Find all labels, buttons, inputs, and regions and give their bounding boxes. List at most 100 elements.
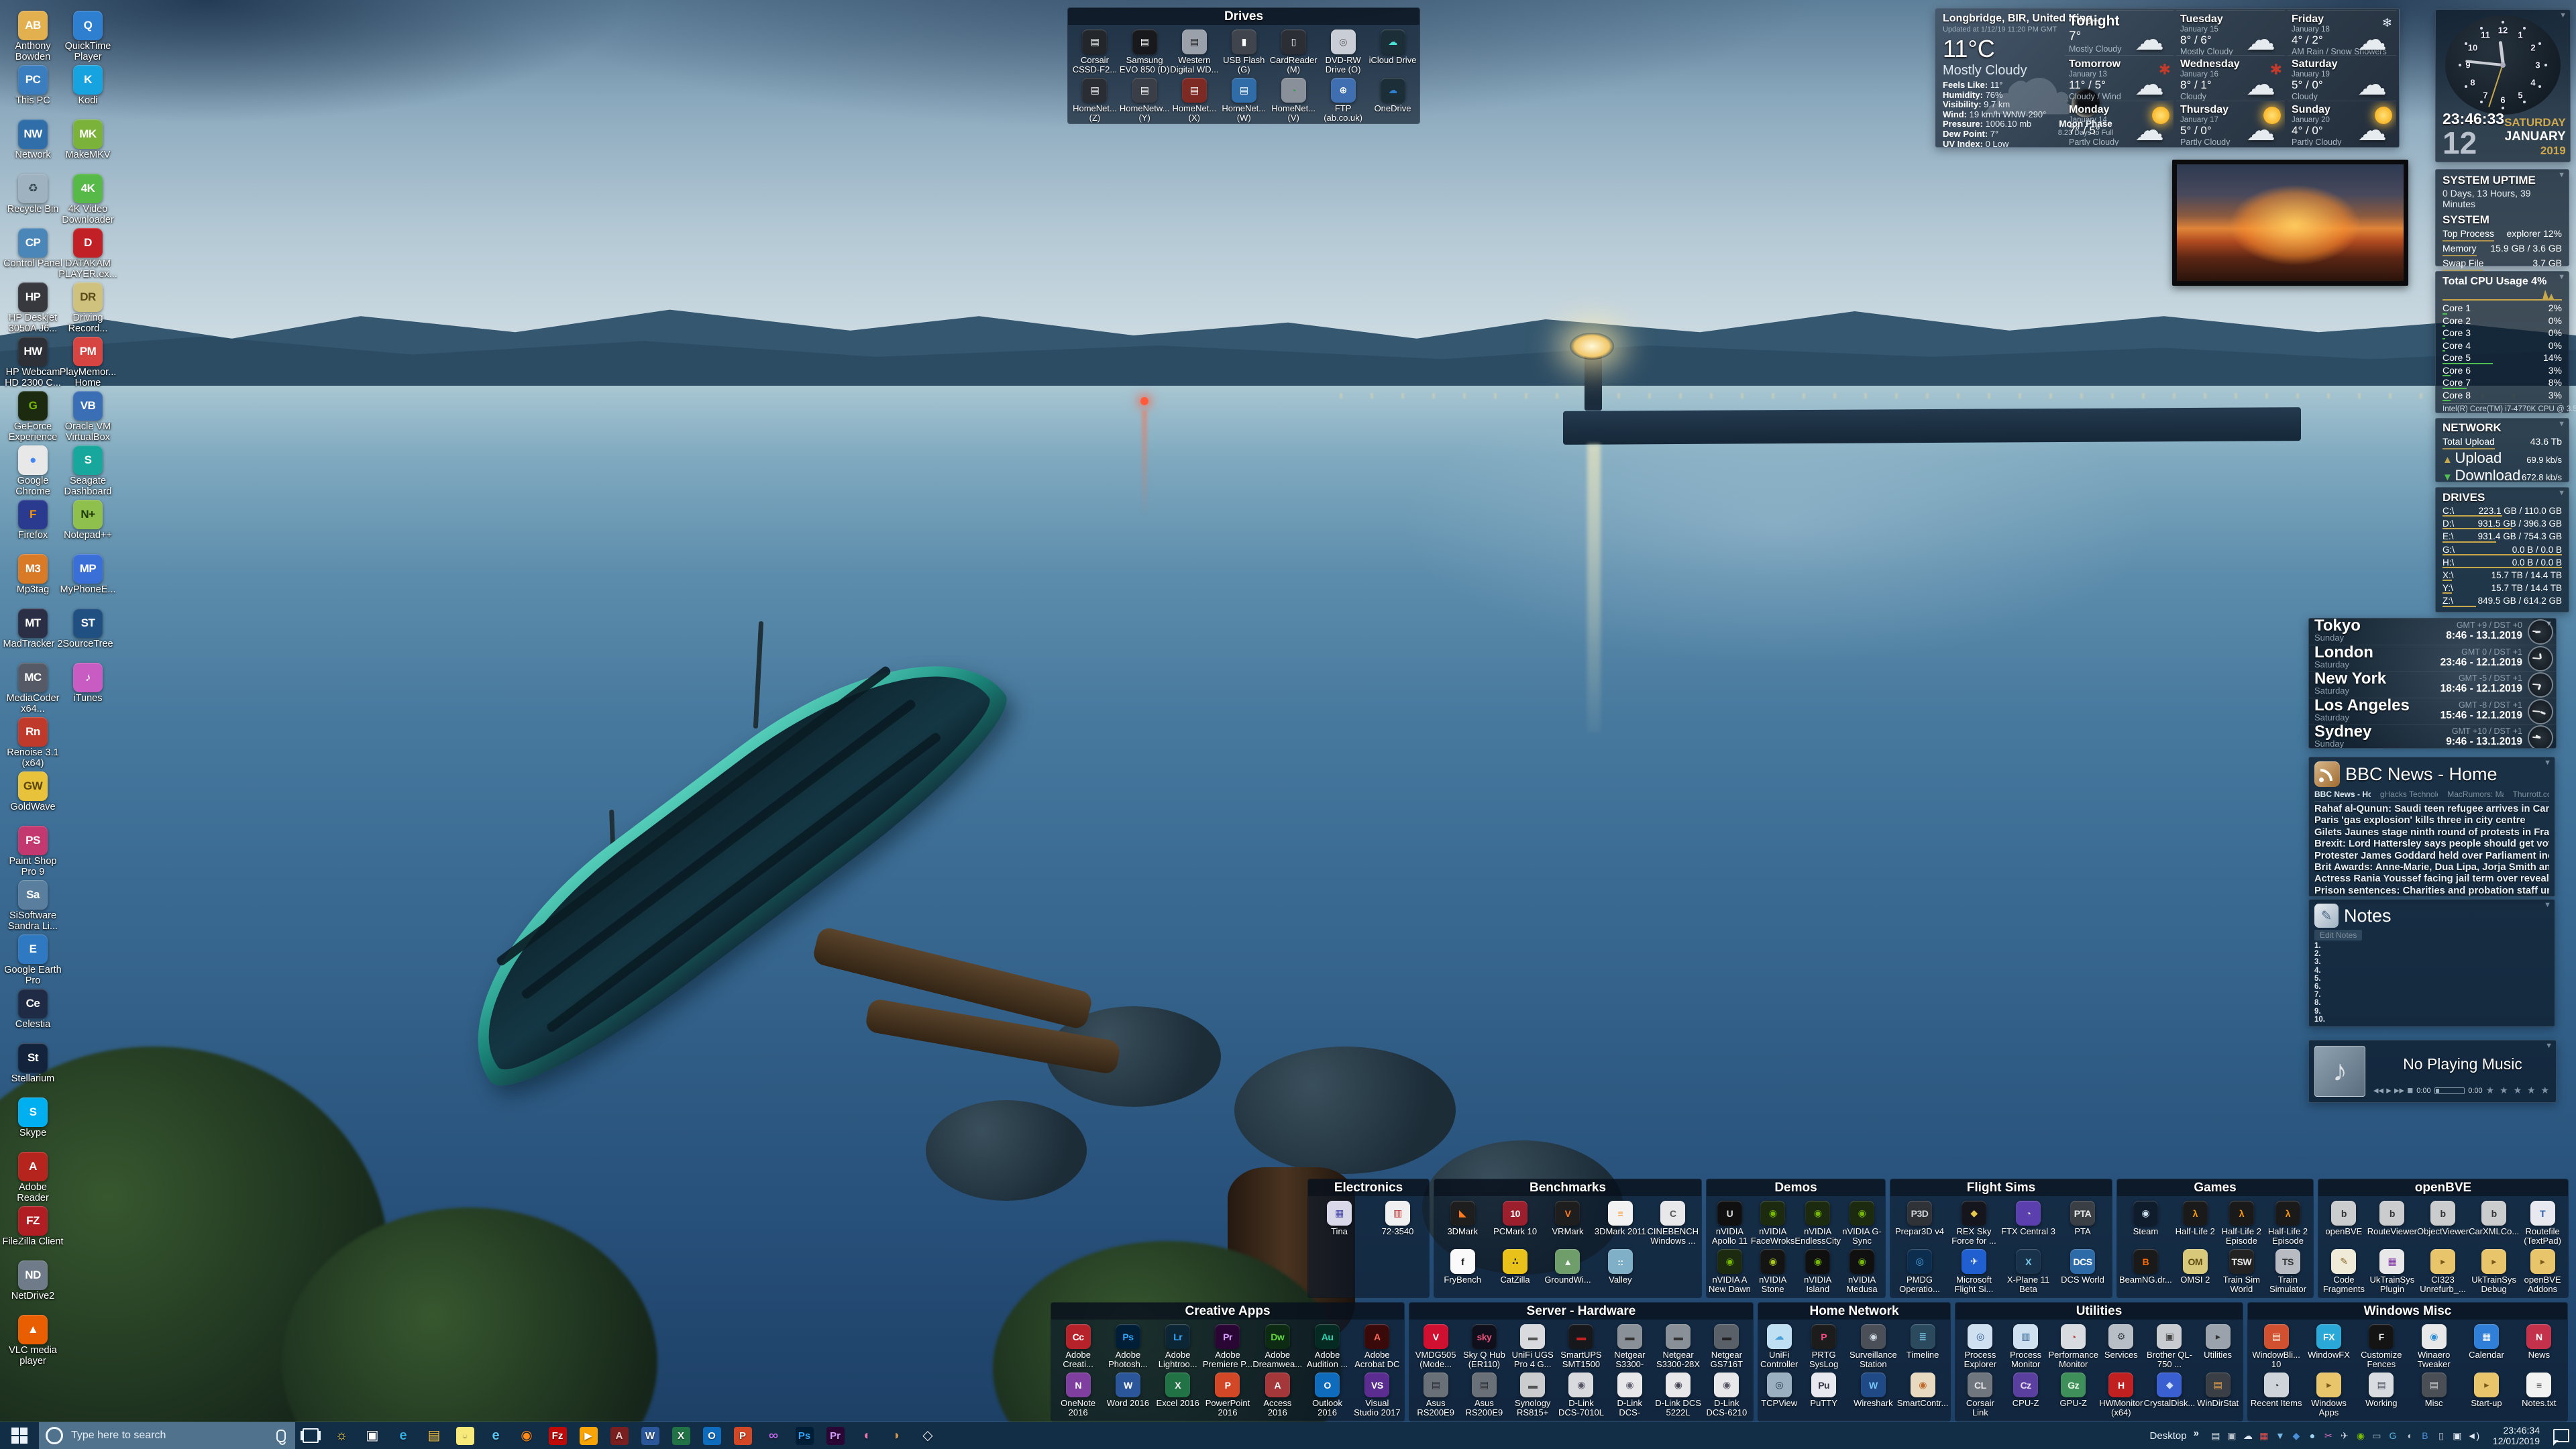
news-headline[interactable]: Actress Rania Youssef facing jail term o… [2314, 873, 2549, 885]
fence-item-half-life-2[interactable]: λHalf-Life 2 [2172, 1201, 2218, 1246]
fence-item-prtg-syslog-windowss[interactable]: PPRTG SysLog (WindowsS... [1798, 1324, 1849, 1370]
nvidia-settings-icon[interactable]: ◉ [2353, 1428, 2368, 1443]
fence-item-3dmark-2011[interactable]: ≡3DMark 2011 [1594, 1201, 1646, 1246]
fence-item-rex-sky-force-for[interactable]: ◆REX Sky Force for ... [1947, 1201, 2001, 1246]
sticky-notes-icon[interactable]: ▪ [449, 1422, 480, 1449]
desktop-icon-stellarium[interactable]: StStellarium [5, 1043, 60, 1097]
fence-item-adobe-acrobat-dc[interactable]: AAdobe Acrobat DC [1352, 1324, 1402, 1370]
fence-item-putty[interactable]: PuPuTTY [1798, 1373, 1849, 1418]
fence-item-pta[interactable]: PTAPTA [2055, 1201, 2110, 1246]
outlook-icon[interactable]: O [696, 1422, 727, 1449]
note-line[interactable]: 9. [2314, 1008, 2549, 1016]
fence-item-surveillance-station-client[interactable]: ◉Surveillance Station Client [1849, 1324, 1897, 1370]
fence-item-calendar[interactable]: ▦Calendar [2460, 1324, 2512, 1370]
fence-item-crystaldisk[interactable]: ◆CrystalDisk... [2144, 1373, 2196, 1418]
fence-item-nvidia-a-new-dawn[interactable]: ◉nVIDIA A New Dawn [1709, 1249, 1751, 1295]
painter-palette-icon[interactable]: ◗ [881, 1422, 912, 1449]
desktop-icon-quicktime-player[interactable]: QQuickTime Player [60, 11, 115, 65]
desktop-icon-4k-video-downloader[interactable]: 4K4K Video Downloader [60, 174, 115, 228]
fence-title[interactable]: Server - Hardware [1409, 1303, 1753, 1320]
desktop-icon-adobe-reader[interactable]: AAdobe Reader [5, 1152, 60, 1206]
phone-icon[interactable]: ▯ [2434, 1428, 2449, 1443]
fence-item-adobe-dreamwea[interactable]: DwAdobe Dreamwea... [1252, 1324, 1302, 1370]
fence-item-western-digital-wd[interactable]: ▤Western Digital WD... [1169, 30, 1219, 75]
desktop-icon-google-chrome[interactable]: ●Google Chrome [5, 445, 60, 500]
fence-item-onenote-2016[interactable]: NOneNote 2016 [1053, 1373, 1103, 1418]
gem-icon[interactable]: ◆ [2289, 1428, 2304, 1443]
fence-item-unifi-ugs-pro-4-g[interactable]: ▬UniFi UGS Pro 4 G... [1509, 1324, 1557, 1370]
fence-item-windirstat[interactable]: ▤WinDirStat [2195, 1373, 2241, 1418]
fence-item-news[interactable]: NNews [2513, 1324, 2565, 1370]
fence-item-netgear-gs716t[interactable]: ▬Netgear GS716T [1703, 1324, 1751, 1370]
fence-item-synology-rs815[interactable]: ▬Synology RS815+ [1509, 1373, 1557, 1418]
fence-item-ftp-ab-co-uk[interactable]: ⊕FTP (ab.co.uk) [1318, 78, 1368, 123]
fence-item-d-link-dcs-7010l[interactable]: ◉D-Link DCS-7010L [1557, 1373, 1605, 1418]
news-tab-thurrott-com[interactable]: Thurrott.com [2513, 790, 2549, 799]
fence-item-objectviewer[interactable]: bObjectViewer [2417, 1201, 2469, 1246]
fence-item-services[interactable]: ⚙Services [2098, 1324, 2144, 1370]
fence-item-adobe-lightroo[interactable]: LrAdobe Lightroo... [1153, 1324, 1203, 1370]
fence-item-nvidia-medusa[interactable]: ◉nVIDIA Medusa [1841, 1249, 1883, 1295]
water-drop-icon[interactable]: ▼ [2273, 1428, 2288, 1443]
fence-item-steam[interactable]: ◉Steam [2119, 1201, 2172, 1246]
fence-item-d-link-dcs-4602ev[interactable]: ◉D-Link DCS-4602EV [1605, 1373, 1654, 1418]
fence-item-nvidia-stone-giant[interactable]: ◉nVIDIA Stone Giant [1751, 1249, 1795, 1295]
fence-item-notes-txt[interactable]: ≡Notes.txt [2513, 1373, 2565, 1418]
desktop-icon-netdrive2[interactable]: NDNetDrive2 [5, 1260, 60, 1315]
news-headline[interactable]: Brexit: Lord Hattersley says people shou… [2314, 839, 2549, 850]
fence-item-cinebench-windows[interactable]: CCINEBENCH Windows ... [1647, 1201, 1699, 1246]
fence-item-working[interactable]: ▤Working [2355, 1373, 2408, 1418]
fence-item-adobe-creati[interactable]: CcAdobe Creati... [1053, 1324, 1103, 1370]
news-tab-ghacks-technolog[interactable]: gHacks Technolog... [2380, 790, 2438, 799]
fence-item-adobe-premiere-p[interactable]: PrAdobe Premiere P... [1203, 1324, 1252, 1370]
fence-item-wireshark[interactable]: WWireshark [1849, 1373, 1897, 1418]
mic-icon[interactable] [276, 1430, 286, 1442]
tray-expand-chevron[interactable]: » [2194, 1428, 2199, 1439]
desktop-icon-kodi[interactable]: KKodi [60, 65, 115, 119]
cloud-backup-icon[interactable]: ● [2305, 1428, 2320, 1443]
fence-item-customize-fences[interactable]: FCustomize Fences [2355, 1324, 2408, 1370]
powerpoint-icon[interactable]: P [727, 1422, 758, 1449]
fence-item-onedrive[interactable]: ☁OneDrive [1368, 78, 1417, 123]
fence-item-d-link-dcs-6210[interactable]: ◉D-Link DCS-6210 [1703, 1373, 1751, 1418]
fence-item-brother-ql-750[interactable]: ▣Brother QL-750 ... [2144, 1324, 2196, 1370]
fence-item-valley[interactable]: ::Valley [1594, 1249, 1646, 1295]
network-status-icon[interactable]: ▣ [2450, 1428, 2465, 1443]
desktop-icon-paint-shop-pro-9[interactable]: PSPaint Shop Pro 9 [5, 826, 60, 880]
fence-item-3dmark[interactable]: ◣3DMark [1436, 1201, 1489, 1246]
word-icon[interactable]: W [635, 1422, 665, 1449]
desktop-icon-hp-webcam-hd-2300-c[interactable]: HWHP Webcam HD 2300 C... [5, 337, 60, 391]
snip-tool-icon[interactable]: ▭ [2369, 1428, 2384, 1443]
fence-item-ci323-unrefurb[interactable]: ▸CI323 Unrefurb_... [2417, 1249, 2469, 1295]
fence-item-half-life-2-episode-two[interactable]: λHalf-Life 2 Episode Two [2265, 1201, 2311, 1246]
fence-item-process-explorer[interactable]: ◎Process Explorer [1957, 1324, 2003, 1370]
fence-item-timeline[interactable]: ≣Timeline [1897, 1324, 1949, 1370]
desktop-icon-renoise-3-1-x64[interactable]: RnRenoise 3.1 (x64) [5, 717, 60, 771]
note-line[interactable]: 6. [2314, 983, 2549, 991]
file-explorer-icon[interactable]: ▤ [419, 1422, 449, 1449]
fence-item-performance-monitor[interactable]: ◔Performance Monitor [2049, 1324, 2098, 1370]
filezilla-icon[interactable]: Fz [542, 1422, 573, 1449]
desktop-icon-skype[interactable]: SSkype [5, 1097, 60, 1152]
fence-item-openbve-addons[interactable]: ▸openBVE Addons [2519, 1249, 2566, 1295]
fence-item-72-3540[interactable]: ▥72-3540 [1368, 1201, 1427, 1246]
defender-icon[interactable]: ▦ [2257, 1428, 2271, 1443]
desktop-icon-madtracker-2[interactable]: MTMadTracker 2 [5, 608, 60, 663]
desktop-icon-notepad[interactable]: N+Notepad++ [60, 500, 115, 554]
fence-title[interactable]: Home Network [1758, 1303, 1950, 1320]
fence-item-icloud-drive[interactable]: ☁iCloud Drive [1368, 30, 1417, 75]
bluetooth-icon[interactable]: B [2418, 1428, 2432, 1443]
news-tab-bbc-news-home[interactable]: BBC News - Home [2314, 790, 2371, 799]
task-view-button[interactable] [295, 1422, 326, 1449]
potplayer-icon[interactable]: ▶ [573, 1422, 604, 1449]
note-line[interactable]: 7. [2314, 991, 2549, 999]
fence-item-routefile-textpad[interactable]: TRoutefile (TextPad) [2519, 1201, 2566, 1246]
fence-title[interactable]: openBVE [2318, 1179, 2568, 1196]
fence-item-adobe-audition[interactable]: AuAdobe Audition ... [1302, 1324, 1352, 1370]
desktop-icon-playmemor-home[interactable]: PMPlayMemor... Home [60, 337, 115, 391]
fence-item-sky-q-hub-er110[interactable]: skySky Q Hub (ER110) [1460, 1324, 1508, 1370]
news-headline[interactable]: Rahaf al-Qunun: Saudi teen refugee arriv… [2314, 804, 2549, 815]
fence-item-tcpview[interactable]: ◎TCPView [1760, 1373, 1798, 1418]
news-headline[interactable]: Prison sentences: Charities and probatio… [2314, 885, 2549, 897]
news-headline[interactable]: Paris 'gas explosion' kills three in cit… [2314, 815, 2549, 826]
